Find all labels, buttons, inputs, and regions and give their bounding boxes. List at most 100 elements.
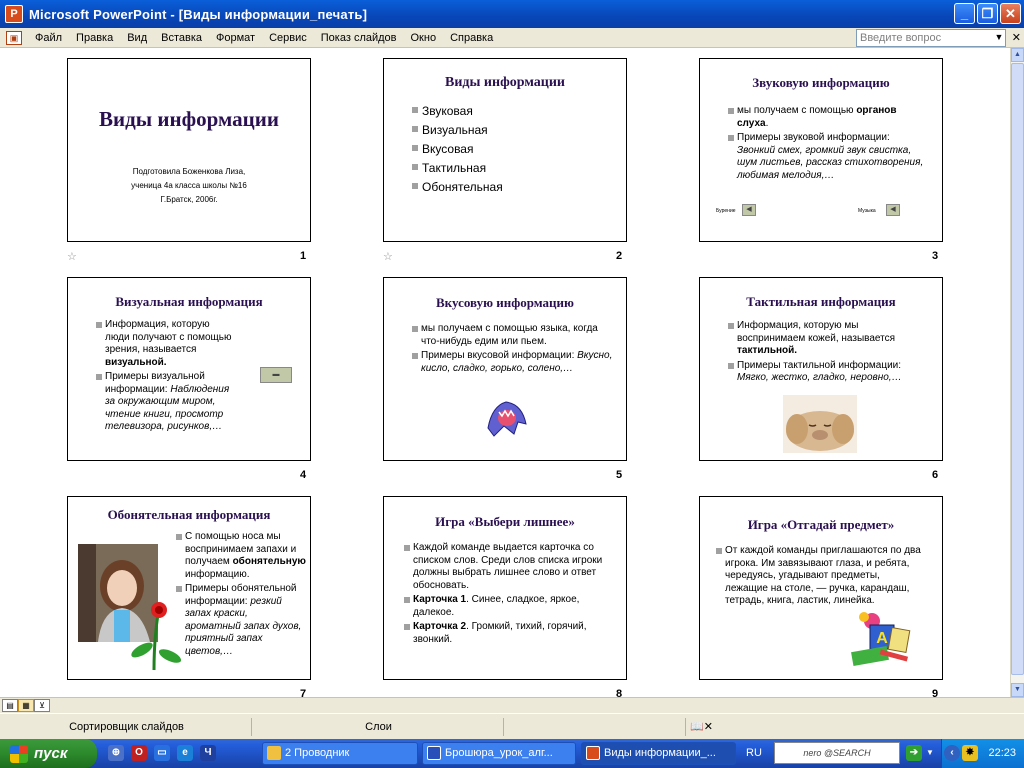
chevron-down-icon[interactable]: ▼ xyxy=(992,29,1006,47)
slide-number: 5 xyxy=(616,469,623,481)
list-item: Информация, которую мы воспринимаем коже… xyxy=(728,320,928,358)
shark-clipart-icon xyxy=(487,401,527,437)
document-icon[interactable]: ▣ xyxy=(6,30,22,45)
taskbar-item-word[interactable]: Брошюра_урок_алг... xyxy=(422,742,576,765)
view-buttons-bar: ▤ ▦ ⊻ xyxy=(0,697,1024,713)
list-item: мы получаем с помощью языка, когда что-н… xyxy=(412,323,617,348)
list-item: Вкусовая xyxy=(412,142,503,157)
normal-view-icon[interactable]: ▤ xyxy=(2,699,18,712)
close-button[interactable]: ✕ xyxy=(1000,3,1021,24)
transition-star-icon[interactable]: ☆ xyxy=(383,250,393,263)
menu-help[interactable]: Справка xyxy=(443,28,500,48)
menu-insert[interactable]: Вставка xyxy=(154,28,209,48)
taskbar-item-powerpoint[interactable]: Виды информации_... xyxy=(581,742,736,765)
slide-sorter-view-icon[interactable]: ▦ xyxy=(18,699,34,712)
bullet-list: Каждой команде выдается карточка со спис… xyxy=(404,542,614,648)
quicklaunch-ie-icon[interactable]: e xyxy=(177,745,193,761)
slide-title: Виды информации xyxy=(99,107,279,131)
ask-question-input[interactable]: Введите вопрос xyxy=(856,29,1006,47)
slide-subtitle: Подготовила Боженкова Лиза, ученица 4а к… xyxy=(68,165,310,207)
slide-thumbnail-2[interactable]: Виды информации Звуковая Визуальная Вкус… xyxy=(383,58,627,242)
bullet-list: Информация, которую мы воспринимаем коже… xyxy=(728,320,928,387)
subtitle-line: ученица 4а класса школы №16 xyxy=(131,181,247,190)
subtitle-line: Г.Братск, 2006г. xyxy=(160,195,218,204)
bullet-list: Звуковая Визуальная Вкусовая Тактильная … xyxy=(412,104,503,199)
slide-thumbnail-8[interactable]: Игра «Выбери лишнее» Каждой команде выда… xyxy=(383,496,627,680)
chevron-down-icon[interactable]: ▼ xyxy=(925,747,935,759)
slide-title: Визуальная информация xyxy=(115,294,263,309)
slide-title: Виды информации xyxy=(445,75,565,90)
slide-number: 4 xyxy=(300,469,307,481)
slide-title: Тактильная информация xyxy=(746,294,896,309)
start-button[interactable]: пуск xyxy=(0,739,97,768)
list-item: Тактильная xyxy=(412,161,503,176)
slide-title: Игра «Выбери лишнее» xyxy=(435,514,575,529)
slide-thumbnail-5[interactable]: Вкусовую информацию мы получаем с помощь… xyxy=(383,277,627,461)
maximize-button[interactable]: ❐ xyxy=(977,3,998,24)
menu-slideshow[interactable]: Показ слайдов xyxy=(314,28,404,48)
start-label: пуск xyxy=(34,745,68,762)
menu-window[interactable]: Окно xyxy=(404,28,444,48)
scroll-down-icon[interactable]: ▼ xyxy=(1011,683,1024,697)
slide-title: Звуковую информацию xyxy=(752,75,890,90)
bullet-list: Информация, которую люди получают с помо… xyxy=(96,319,236,436)
menu-edit[interactable]: Правка xyxy=(69,28,120,48)
slide-thumbnail-1[interactable]: Виды информации Подготовила Боженкова Ли… xyxy=(67,58,311,242)
list-item: Обонятельная xyxy=(412,180,503,195)
title-bar: P Microsoft PowerPoint - [Виды информаци… xyxy=(0,0,1024,28)
quicklaunch-opera-icon[interactable]: O xyxy=(131,745,147,761)
task-label: Виды информации_... xyxy=(604,747,716,759)
slide-thumbnail-9[interactable]: Игра «Отгадай предмет» От каждой команды… xyxy=(699,496,943,680)
word-icon xyxy=(427,746,441,760)
scroll-thumb[interactable] xyxy=(1011,63,1024,675)
go-arrow-icon[interactable]: ➔ xyxy=(906,745,922,761)
task-label: Брошюра_урок_алг... xyxy=(445,747,553,759)
powerpoint-icon[interactable]: P xyxy=(5,5,23,23)
list-item: Информация, которую люди получают с помо… xyxy=(96,319,236,369)
menu-format[interactable]: Формат xyxy=(209,28,262,48)
menu-tools[interactable]: Сервис xyxy=(262,28,314,48)
minimize-button[interactable]: _ xyxy=(954,3,975,24)
scroll-up-icon[interactable]: ▲ xyxy=(1011,48,1024,62)
slide-thumbnail-3[interactable]: Звуковую информацию мы получаем с помощь… xyxy=(699,58,943,242)
list-item: мы получаем с помощью органов слуха. xyxy=(728,105,928,130)
list-item: Примеры тактильной информации: Мягко, же… xyxy=(728,360,928,385)
spellcheck-icon: 📖✕ xyxy=(690,721,713,733)
slide-title: Игра «Отгадай предмет» xyxy=(747,517,895,532)
language-indicator[interactable]: RU xyxy=(746,747,762,759)
tray-expand-icon[interactable]: ‹ xyxy=(944,745,960,761)
slide-thumbnail-6[interactable]: Тактильная информация Информация, котору… xyxy=(699,277,943,461)
puppy-photo xyxy=(783,395,857,453)
status-bar: Сортировщик слайдов Слои 📖✕ xyxy=(0,713,1024,739)
sound-button-left[interactable]: ◀ xyxy=(742,204,756,216)
slide-number: 3 xyxy=(932,250,939,262)
slide-thumbnail-7[interactable]: Обонятельная информация С помощью носа м… xyxy=(67,496,311,680)
bullet-list: мы получаем с помощью органов слуха. При… xyxy=(728,105,928,184)
nero-search-box[interactable]: nero @SEARCH xyxy=(774,742,900,764)
slide-number: 2 xyxy=(616,250,623,262)
slide-title: Обонятельная информация xyxy=(107,507,271,522)
slide-thumbnail-4[interactable]: Визуальная информация Информация, котору… xyxy=(67,277,311,461)
school-supplies-clipart-icon: A xyxy=(851,612,911,667)
slideshow-view-icon[interactable]: ⊻ xyxy=(34,699,50,712)
windows-logo-icon xyxy=(10,744,28,763)
taskbar: пуск ⊕ O ▭ e Ч 2 Проводник Брошюра_урок_… xyxy=(0,739,1024,768)
task-label: 2 Проводник xyxy=(285,747,350,759)
taskbar-item-explorer[interactable]: 2 Проводник xyxy=(262,742,418,765)
sound-button-right[interactable]: ◀ xyxy=(886,204,900,216)
vertical-scrollbar[interactable]: ▲ ▼ xyxy=(1010,48,1024,697)
action-button[interactable]: ▬ xyxy=(260,367,292,383)
slide-sorter-area: Виды информации Подготовила Боженкова Ли… xyxy=(0,48,1010,700)
quicklaunch-app-icon[interactable]: Ч xyxy=(200,745,216,761)
menu-view[interactable]: Вид xyxy=(120,28,154,48)
document-close-icon[interactable]: ✕ xyxy=(1012,31,1021,44)
list-item: С помощью носа мы воспринимаем запахи и … xyxy=(176,531,306,581)
slide-title: Вкусовую информацию xyxy=(436,295,574,310)
window-controls: _ ❐ ✕ xyxy=(954,3,1021,24)
quicklaunch-desktop-icon[interactable]: ▭ xyxy=(154,745,170,761)
menu-file[interactable]: Файл xyxy=(28,28,69,48)
list-item: Каждой команде выдается карточка со спис… xyxy=(404,542,614,592)
transition-star-icon[interactable]: ☆ xyxy=(67,250,77,263)
tray-app-icon[interactable]: ✸ xyxy=(962,745,978,761)
quicklaunch-network-icon[interactable]: ⊕ xyxy=(108,745,124,761)
